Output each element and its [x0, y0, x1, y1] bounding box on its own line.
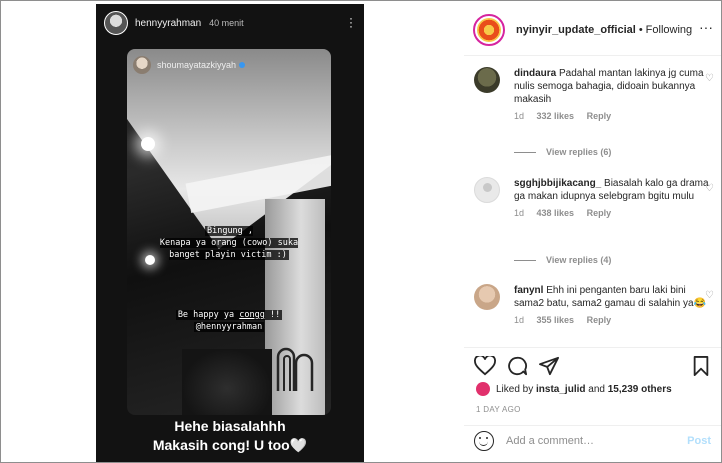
- comment-item: fanynl Ehh ini penganten baru laki bini …: [474, 284, 714, 325]
- story-text-happy-word: congg: [239, 310, 265, 320]
- header-separator: •: [638, 23, 643, 36]
- story-text-happy-prefix: Be happy ya: [177, 310, 240, 320]
- reply-button[interactable]: Reply: [587, 111, 612, 121]
- post-panel: nyinyir_update_official • Following ··· …: [464, 4, 721, 462]
- story-username: hennyyrahman: [135, 17, 202, 29]
- heart-icon[interactable]: ♡: [705, 290, 714, 301]
- comment-username[interactable]: dindaura: [514, 68, 556, 79]
- view-replies-button[interactable]: View replies (6): [514, 147, 611, 157]
- story-avatar: [104, 11, 128, 35]
- owner-avatar-image: [477, 17, 501, 42]
- comment-likes[interactable]: 355 likes: [537, 315, 575, 325]
- comment-username[interactable]: sgghjbbijikacang_: [514, 178, 601, 189]
- heart-icon[interactable]: ♡: [705, 183, 714, 194]
- heart-icon[interactable]: ♡: [705, 73, 714, 84]
- wall-logo-icon: [276, 347, 314, 391]
- story-mention: @hennyyrahman: [193, 322, 265, 332]
- plant-shadow: [182, 349, 272, 415]
- post-media: hennyyrahman 40 menit · · · shoumayatazkiy…: [96, 4, 364, 462]
- story-reply-line2: Makasih cong! U too🤍: [152, 437, 308, 453]
- heart-icon[interactable]: [474, 356, 496, 376]
- bookmark-icon[interactable]: [692, 356, 710, 376]
- comment-meta: 1d 438 likes Reply: [514, 208, 714, 218]
- liked-by-user[interactable]: insta_julid: [536, 384, 585, 395]
- comment-meta: 1d 355 likes Reply: [514, 315, 714, 325]
- post-header: nyinyir_update_official • Following ···: [464, 4, 721, 56]
- comment-age: 1d: [514, 111, 525, 121]
- reposted-story: shoumayatazkiyyah Bingung , Kenapa ya or…: [127, 49, 331, 415]
- post-button[interactable]: Post: [687, 435, 711, 447]
- story-text-happy-line: Be happy ya congg !!: [175, 310, 283, 320]
- story-time: 40 menit: [209, 18, 244, 28]
- story-reply-line1: Hehe biasalahhh: [174, 418, 286, 434]
- comment-icon[interactable]: [506, 356, 528, 376]
- comment-avatar[interactable]: [474, 177, 500, 203]
- share-icon[interactable]: [538, 356, 560, 376]
- comment-body: fanynl Ehh ini penganten baru laki bini …: [514, 284, 714, 310]
- reply-button[interactable]: Reply: [587, 315, 612, 325]
- view-replies-button[interactable]: View replies (4): [514, 255, 611, 265]
- comment-list[interactable]: dindaura Padahal mantan lakinya jg cuma …: [464, 57, 721, 347]
- liker-avatar[interactable]: [476, 382, 490, 396]
- ceiling-light: [141, 137, 155, 151]
- comment-age: 1d: [514, 315, 525, 325]
- comment-age: 1d: [514, 208, 525, 218]
- comment-likes[interactable]: 332 likes: [537, 111, 575, 121]
- comment-avatar[interactable]: [474, 67, 500, 93]
- comment-username[interactable]: fanynl: [514, 285, 543, 296]
- story-header: hennyyrahman 40 menit · · ·: [96, 4, 364, 42]
- view-replies-line: [514, 259, 536, 261]
- comment-likes[interactable]: 438 likes: [537, 208, 575, 218]
- more-horizontal-icon[interactable]: ···: [699, 20, 713, 34]
- following-button[interactable]: Following: [646, 24, 692, 36]
- more-vertical-icon: · · ·: [349, 11, 353, 33]
- repost-username: shoumayatazkiyyah: [157, 60, 237, 70]
- liked-by-prefix: Liked by: [496, 383, 537, 395]
- post-window: hennyyrahman 40 menit · · · shoumayatazkiy…: [0, 0, 722, 463]
- view-replies-line: [514, 151, 536, 153]
- story-text-question: Bingung , Kenapa ya orang (cowo) suka ba…: [137, 225, 321, 261]
- post-timestamp[interactable]: 1 DAY AGO: [476, 405, 521, 414]
- verified-badge-icon: [239, 62, 246, 68]
- comment-meta: 1d 332 likes Reply: [514, 111, 714, 121]
- repost-avatar: [133, 56, 151, 74]
- story-text-happy: Be happy ya congg !! @hennyyrahman: [137, 309, 321, 333]
- story-text-question-content: Bingung , Kenapa ya orang (cowo) suka ba…: [159, 226, 299, 260]
- view-replies-label: View replies (6): [546, 147, 612, 157]
- comment-body: dindaura Padahal mantan lakinya jg cuma …: [514, 67, 714, 106]
- comment-input[interactable]: [506, 435, 676, 447]
- owner-username[interactable]: nyinyir_update_official: [516, 24, 636, 36]
- view-replies-label: View replies (4): [546, 255, 612, 265]
- post-actions: Liked by insta_julid and 15,239 others 1…: [464, 347, 721, 455]
- comment-item: sgghjbbijikacang_ Biasalah kalo ga drama…: [474, 177, 714, 218]
- owner-avatar[interactable]: [473, 13, 505, 46]
- comment-item: dindaura Padahal mantan lakinya jg cuma …: [474, 67, 714, 121]
- comment-avatar[interactable]: [474, 284, 500, 310]
- repost-header: shoumayatazkiyyah: [127, 49, 331, 81]
- liked-by-others[interactable]: 15,239 others: [608, 384, 672, 395]
- comment-text: Ehh ini penganten baru laki bini sama2 b…: [514, 285, 707, 309]
- comment-body: sgghjbbijikacang_ Biasalah kalo ga drama…: [514, 177, 714, 203]
- emoji-icon[interactable]: [474, 431, 494, 451]
- liked-by-and: and: [585, 383, 608, 395]
- add-comment-bar: Post: [464, 425, 721, 456]
- reply-button[interactable]: Reply: [587, 208, 612, 218]
- action-icons: [474, 356, 714, 378]
- liked-by: Liked by insta_julid and 15,239 others: [476, 382, 672, 396]
- story-text-happy-suffix: !!: [264, 310, 281, 320]
